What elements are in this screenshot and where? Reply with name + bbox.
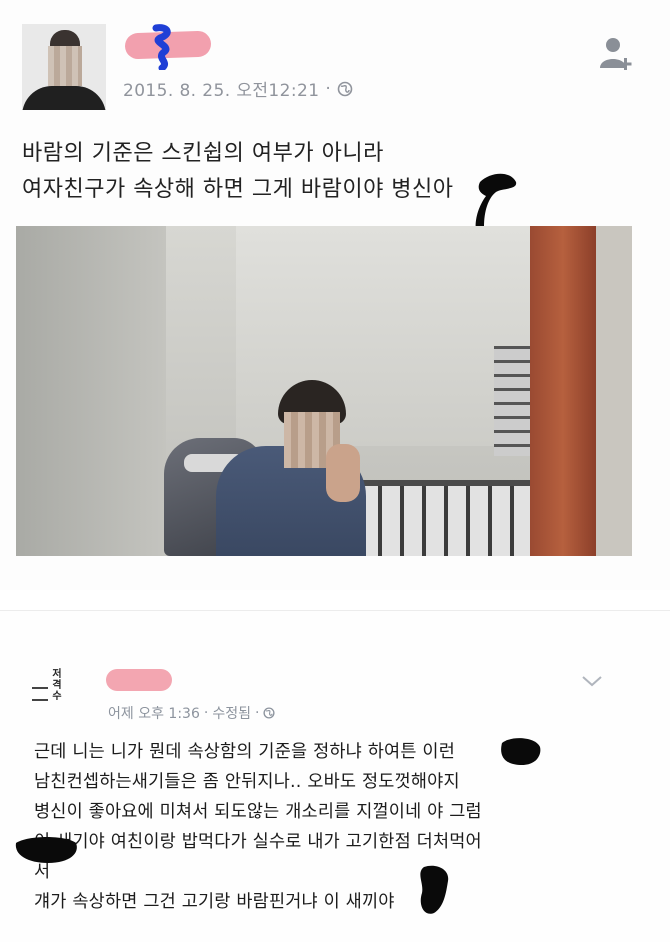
post-card: 2015. 8. 25. 오전12:21 · 바람의 기준은 스킨쉽의 여부가 … xyxy=(0,0,670,590)
post-text-line: 바람의 기준은 스킨쉽의 여부가 아니라 xyxy=(22,141,384,166)
post-meta: 2015. 8. 25. 오전12:21 · xyxy=(123,76,353,101)
globe-icon[interactable] xyxy=(337,81,353,97)
photo-left-wall xyxy=(16,226,166,556)
comment-text-line: 남친컨셉하는새기들은 좀 안뒤지나.. 오바도 정도껏해야지 xyxy=(34,772,460,792)
comment-text-line: 서 xyxy=(34,862,51,882)
page-name-redaction[interactable] xyxy=(106,669,172,691)
section-divider xyxy=(0,590,670,610)
photo-hand xyxy=(326,444,360,502)
photo-right-wall xyxy=(596,226,632,556)
globe-icon[interactable] xyxy=(263,707,275,719)
comment-card: 저 격 수 어제 오후 1:36 · 수정됨 · 근데 니는 니가 뭔데 속상함… xyxy=(0,610,670,942)
post-timestamp[interactable]: 2015. 8. 25. 오전12:21 xyxy=(123,76,319,101)
logo-char: 격 xyxy=(52,680,62,691)
comment-meta: 어제 오후 1:36 · 수정됨 · xyxy=(108,703,275,723)
avatar-blurred-face xyxy=(48,46,82,86)
avatar-body xyxy=(22,86,106,110)
meta-separator: · xyxy=(325,78,332,99)
post-text: 바람의 기준은 스킨쉽의 여부가 아니라 여자친구가 속상해 하면 그게 바람이… xyxy=(22,136,454,208)
comment-text: 근데 니는 니가 뭔데 속상함의 기준을 정하냐 하여튼 이런 남친컨셉하는새기… xyxy=(34,737,634,917)
photo-stairs xyxy=(494,346,530,456)
post-photo[interactable] xyxy=(16,226,632,556)
ink-redaction xyxy=(501,738,541,765)
ink-redaction xyxy=(15,837,77,863)
logo-lines xyxy=(32,687,48,701)
logo-char: 수 xyxy=(52,691,62,702)
comment-text-line: 병신이 좋아요에 미쳐서 되도않는 개소리를 지껄이네 야 그럼 xyxy=(34,802,482,822)
meta-separator: · xyxy=(254,705,260,721)
author-avatar[interactable] xyxy=(22,24,106,110)
meta-separator: · xyxy=(203,705,209,721)
post-text-line: 여자친구가 속상해 하면 그게 바람이야 병신아 xyxy=(22,177,454,202)
logo-char: 저 xyxy=(52,669,62,680)
comment-text-line: 이 새기야 여친이랑 밥먹다가 실수로 내가 고기한점 더처먹어 xyxy=(34,832,482,852)
comment-text-line: 걔가 속상하면 그건 고기랑 바람핀거냐 이 새끼야 xyxy=(34,892,395,912)
ink-redaction xyxy=(420,865,449,914)
comment-text-line: 근데 니는 니가 뭔데 속상함의 기준을 정하냐 하여튼 이런 xyxy=(34,742,456,762)
page-logo[interactable]: 저 격 수 xyxy=(30,669,70,727)
comment-time[interactable]: 어제 오후 1:36 xyxy=(108,703,200,723)
chevron-down-icon[interactable] xyxy=(580,673,604,689)
edited-label[interactable]: 수정됨 xyxy=(212,703,251,723)
photo-railing xyxy=(356,486,536,556)
add-friend-icon[interactable] xyxy=(598,34,636,74)
photo-pillar xyxy=(530,226,596,556)
blue-scribble-redaction xyxy=(152,24,171,70)
